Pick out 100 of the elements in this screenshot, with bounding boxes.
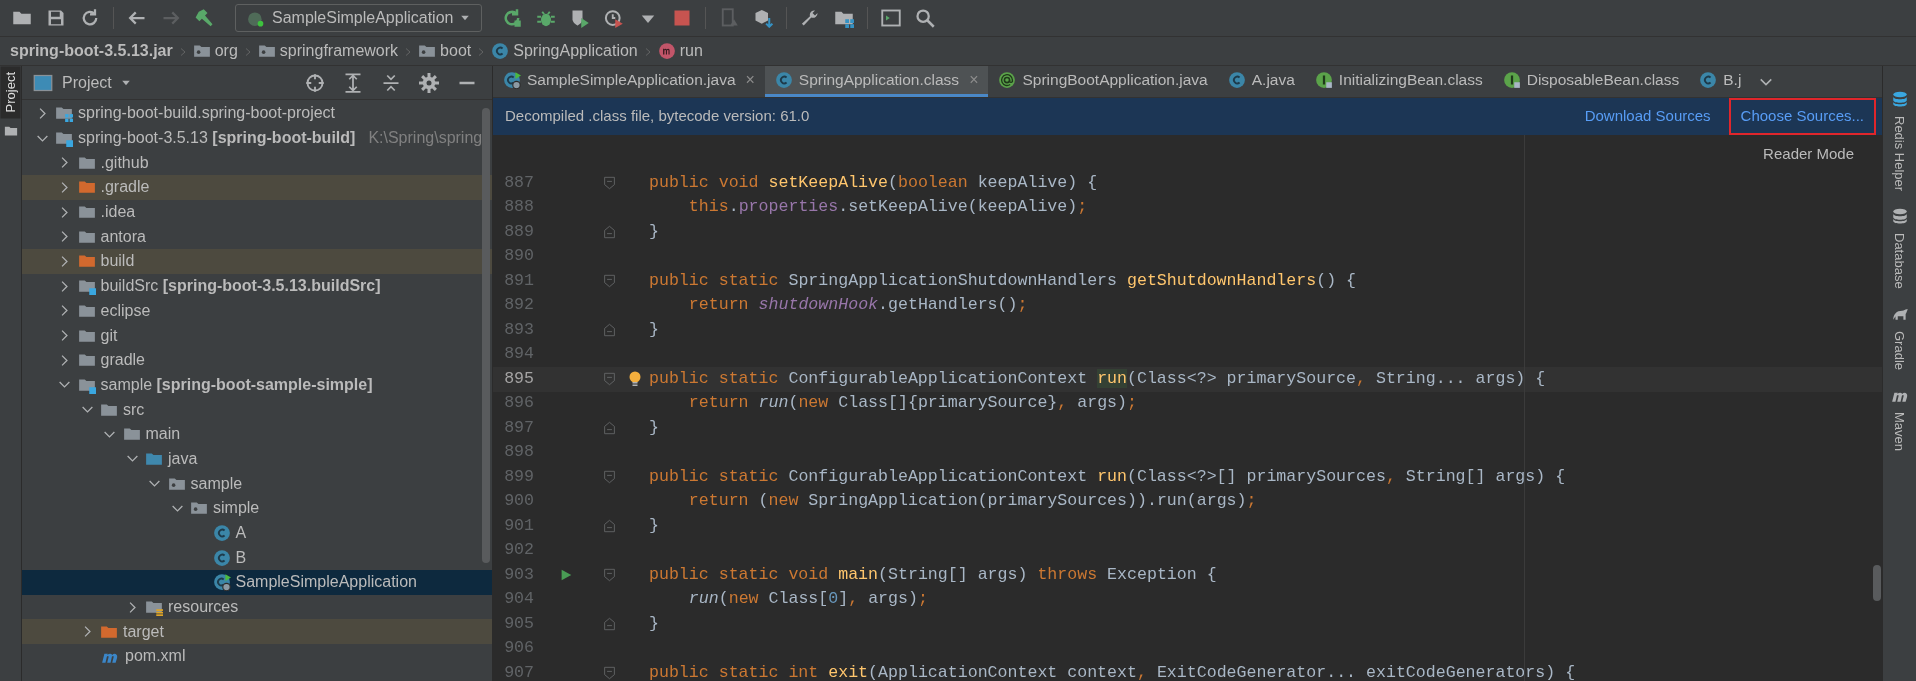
line-number: 887 — [503, 171, 534, 194]
run-icon[interactable] — [559, 568, 573, 583]
link[interactable]: Download Sources — [1584, 105, 1711, 128]
package-icon — [192, 42, 211, 60]
database-icon[interactable] — [1890, 90, 1909, 108]
locate-icon[interactable] — [305, 73, 325, 94]
database-icon[interactable] — [1890, 207, 1909, 226]
scrollbar[interactable] — [1873, 565, 1881, 601]
tool-window-tab[interactable]: Maven — [1889, 407, 1910, 455]
breadcrumb-item[interactable]: org — [192, 39, 238, 63]
line-number: 904 — [503, 588, 534, 611]
method-icon — [657, 42, 676, 60]
settings-icon[interactable] — [419, 73, 439, 94]
run-configuration-dropdown[interactable]: SampleSimpleApplication — [235, 4, 483, 32]
tool-window-tab[interactable]: Gradle — [1889, 326, 1910, 374]
tree-item[interactable]: eclipse — [22, 298, 492, 324]
code-line: } — [649, 220, 659, 243]
breadcrumb-item[interactable]: springframework — [257, 39, 399, 63]
code-line: } — [649, 514, 659, 537]
code-line: public static int exit(ApplicationContext context, ExitCodeGenerator... exitCodeGenerators) { — [649, 661, 1576, 681]
editor-tab[interactable]: A.java — [1217, 66, 1305, 97]
breadcrumb-item[interactable]: spring-boot-3.5.13.jar — [10, 39, 173, 63]
class-icon — [1227, 71, 1246, 89]
code-line: public static SpringApplicationShutdownHandlers getShutdownHandlers() { — [649, 269, 1357, 292]
tree-item[interactable]: git — [22, 323, 492, 348]
module-icon — [55, 129, 73, 148]
interface-icon — [1502, 71, 1521, 89]
terminal-window-icon[interactable] — [881, 8, 902, 28]
tree-item[interactable]: .idea — [22, 199, 492, 225]
refresh-icon[interactable] — [80, 8, 100, 28]
collapse-all-icon[interactable] — [381, 73, 401, 94]
tree-item[interactable]: A — [22, 520, 492, 546]
search-icon[interactable] — [915, 8, 936, 28]
tree-item[interactable]: pom.xml — [22, 644, 492, 669]
tree-item[interactable]: .github — [22, 150, 492, 176]
line-number: 894 — [503, 343, 534, 366]
line-number: 891 — [503, 269, 534, 292]
tree-item[interactable]: src — [22, 397, 492, 422]
panel-icon — [32, 72, 54, 93]
close-icon[interactable]: × — [745, 68, 755, 92]
package-icon — [257, 42, 276, 60]
tree-item[interactable]: antora — [22, 224, 492, 250]
tree-item[interactable]: sample — [22, 471, 492, 496]
hammer-icon[interactable] — [195, 8, 215, 28]
expand-all-icon[interactable] — [343, 73, 363, 94]
code-line: this.properties.setKeepAlive(keepAlive); — [687, 196, 1088, 219]
editor-tab[interactable]: SampleSimpleApplication.java × — [493, 66, 765, 97]
link[interactable]: Choose Sources... — [1740, 107, 1864, 125]
tree-item[interactable]: build — [22, 249, 492, 274]
code-line: return (new SpringApplication(primarySources)).run(args); — [687, 490, 1257, 513]
editor-tab[interactable]: DisposableBean.class — [1492, 66, 1690, 97]
tool-window-tab[interactable]: Database — [1889, 229, 1910, 293]
breadcrumb-item[interactable]: SpringApplication — [491, 39, 638, 63]
class-icon — [774, 71, 793, 89]
breadcrumb-item[interactable]: run — [657, 39, 703, 63]
tree-item[interactable]: resources — [22, 594, 492, 620]
code-line: run(new Class[0], args); — [687, 588, 928, 611]
code-line: return run(new Class[]{primarySource}, args); — [687, 392, 1137, 415]
line-number: 901 — [503, 514, 534, 537]
tree-item[interactable]: simple — [22, 496, 492, 521]
tree-item[interactable]: B — [22, 545, 492, 571]
tree-item[interactable]: SampleSimpleApplication — [22, 570, 492, 595]
line-number: 906 — [503, 637, 534, 660]
interface-icon — [1314, 71, 1333, 89]
code-line: } — [649, 416, 659, 439]
line-number: 899 — [503, 465, 534, 488]
tree-item[interactable]: .gradle — [22, 175, 492, 200]
tree-item[interactable]: gradle — [22, 347, 492, 373]
stop-icon[interactable] — [672, 8, 693, 28]
cube-download-icon[interactable] — [753, 8, 774, 28]
editor-tab[interactable]: B.j — [1689, 66, 1752, 97]
code-line: public static ConfigurableApplicationContext run(Class<?> primarySource, String... args) { — [649, 367, 1546, 390]
editor-tab[interactable]: SpringBootApplication.java — [988, 66, 1218, 97]
line-number: 900 — [503, 490, 534, 513]
tool-window-tab[interactable]: Redis Helper — [1889, 112, 1910, 196]
editor-tab[interactable]: SpringApplication.class × — [764, 66, 989, 97]
shield-run-icon[interactable] — [570, 8, 591, 28]
tree-item[interactable]: spring-boot-build.spring-boot-project — [22, 101, 492, 126]
tree-item[interactable]: sample [spring-boot-sample-simple] — [22, 372, 492, 398]
tree-item[interactable]: main — [22, 421, 492, 447]
code-line: } — [649, 612, 659, 635]
rerun-icon[interactable] — [502, 8, 523, 28]
line-number: 890 — [503, 245, 534, 268]
line-number: 903 — [503, 563, 534, 586]
editor-tab[interactable]: InitializingBean.class — [1304, 66, 1493, 97]
panel-title[interactable]: Project — [62, 70, 112, 95]
class-icon — [503, 71, 521, 89]
tree-item[interactable]: buildSrc [spring-boot-3.5.13.buildSrc] — [22, 273, 492, 299]
line-number: 892 — [503, 294, 534, 317]
tool-window-tab[interactable]: Project — [0, 66, 21, 119]
breadcrumb-item[interactable]: boot — [418, 39, 472, 63]
line-number: 896 — [503, 392, 534, 415]
tree-item[interactable]: target — [22, 619, 492, 645]
class-icon — [212, 573, 231, 592]
scrollbar[interactable] — [482, 108, 490, 563]
profiler-icon[interactable] — [604, 8, 625, 28]
tree-item[interactable]: java — [22, 446, 492, 472]
tree-item[interactable]: spring-boot-3.5.13 [spring-boot-build] K:\Spring\spring — [22, 125, 492, 151]
class-icon — [212, 548, 231, 567]
save-icon[interactable] — [46, 8, 66, 28]
